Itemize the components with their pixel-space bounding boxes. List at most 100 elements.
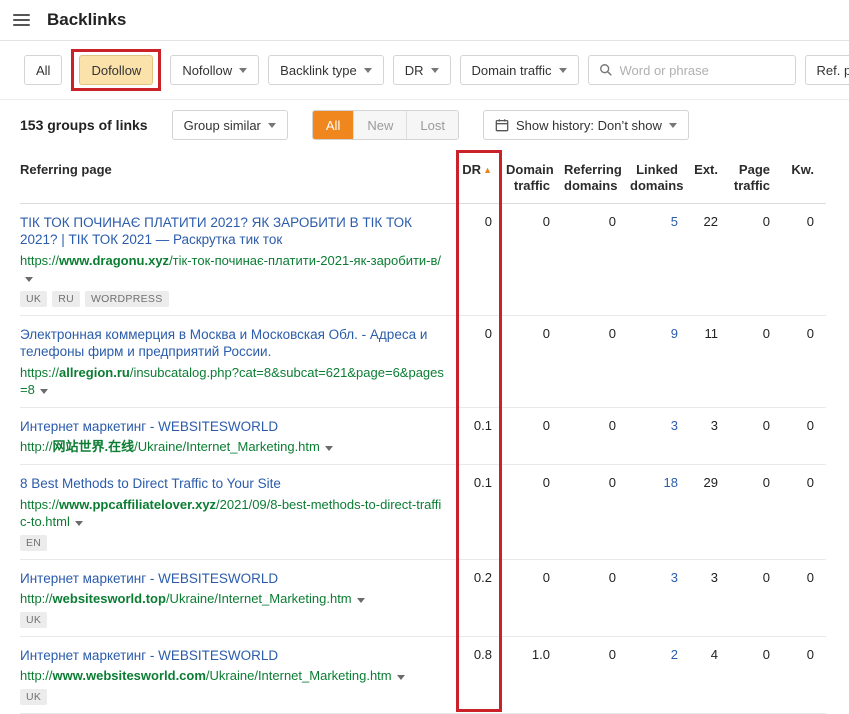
column-header-ext[interactable]: Ext. <box>690 154 730 204</box>
url-path: /тік-ток-починає-платити-2021-як-заробит… <box>169 252 442 268</box>
kw-cell: 0 <box>782 559 826 637</box>
referring-page-cell: Интернет маркетинг - WEBSITESWORLD http:… <box>20 636 460 714</box>
ext-cell: 4 <box>690 636 730 714</box>
groups-count: 153 groups of links <box>20 117 148 133</box>
kw-cell: 0 <box>782 315 826 408</box>
referring-page-title-link[interactable]: Интернет маркетинг - WEBSITESWORLD <box>20 419 278 434</box>
url-options-caret-icon[interactable] <box>25 277 33 283</box>
referring-domains-cell: 0 <box>562 559 628 637</box>
table-row: Интернет маркетинг - WEBSITESWORLD http:… <box>20 636 826 714</box>
linked-domains-cell: 5 <box>628 203 690 316</box>
column-header-domain-traffic[interactable]: Domain traffic <box>504 154 562 204</box>
linked-domains-cell: 2 <box>628 636 690 714</box>
url-options-caret-icon[interactable] <box>324 446 333 452</box>
referring-page-url: https://allregion.ru/insubcatalog.php?ca… <box>20 364 444 399</box>
linked-domains-link[interactable]: 2 <box>671 647 678 662</box>
results-toolbar: 153 groups of links Group similar All Ne… <box>0 100 849 150</box>
page-traffic-cell: 0 <box>730 636 782 714</box>
url-domain: allregion.ru <box>59 364 130 380</box>
filter-nofollow-dropdown[interactable]: Nofollow <box>170 55 260 85</box>
referring-page-title-link[interactable]: 8 Best Methods to Direct Traffic to Your… <box>20 476 281 491</box>
filter-domain-traffic-dropdown[interactable]: Domain traffic <box>459 55 579 85</box>
column-header-referring-page[interactable]: Referring page <box>20 154 460 204</box>
filter-ref-page-dropdown[interactable]: Ref. page URL <box>804 55 849 85</box>
column-header-kw[interactable]: Kw. <box>782 154 826 204</box>
url-options-caret-icon[interactable] <box>396 675 405 681</box>
chevron-down-icon <box>267 122 276 128</box>
column-header-referring-domains[interactable]: Referring domains <box>562 154 628 204</box>
kw-cell: 0 <box>782 464 826 560</box>
referring-page-url: http://网站世界.在线/Ukraine/Internet_Marketin… <box>20 438 444 456</box>
chevron-down-icon <box>363 67 372 73</box>
language-badge: RU <box>52 290 80 307</box>
table-row: Интернет маркетинг - WEBSITESWORLD http:… <box>20 559 826 637</box>
linked-domains-link[interactable]: 3 <box>671 570 678 585</box>
segment-all[interactable]: All <box>312 111 354 139</box>
segment-new[interactable]: New <box>353 111 407 139</box>
ext-cell: 11 <box>690 315 730 408</box>
ext-cell: 22 <box>690 203 730 316</box>
kw-cell: 0 <box>782 203 826 316</box>
linked-domains-link[interactable]: 18 <box>664 475 678 490</box>
referring-page-title-link[interactable]: Интернет маркетинг - WEBSITESWORLD <box>20 571 278 586</box>
url-protocol: https:// <box>20 496 60 512</box>
menu-icon[interactable] <box>10 7 33 33</box>
referring-page-title-link[interactable]: ТІК ТОК ПОЧИНАЄ ПЛАТИТИ 2021? ЯК ЗАРОБИТ… <box>20 215 412 248</box>
referring-page-url: https://www.ppcaffiliatelover.xyz/2021/0… <box>20 496 444 531</box>
search-icon <box>599 64 612 76</box>
referring-page-cell: 8 Best Methods to Direct Traffic to Your… <box>20 464 460 560</box>
segment-lost[interactable]: Lost <box>406 111 458 139</box>
table-row: Интернет маркетинг - WEBSITESWORLD http:… <box>20 407 826 465</box>
linked-domains-cell: 3 <box>628 407 690 465</box>
dr-cell: 0 <box>460 203 504 316</box>
filter-backlink-type-dropdown[interactable]: Backlink type <box>268 55 384 85</box>
filter-all-button[interactable]: All <box>24 55 63 85</box>
referring-domains-cell: 0 <box>562 636 628 714</box>
group-similar-dropdown[interactable]: Group similar <box>171 110 288 140</box>
filter-dr-dropdown[interactable]: DR <box>392 55 451 85</box>
backlinks-table-container: Referring page DR ▲ Domain traffic Referr… <box>0 150 849 714</box>
table-row: Электронная коммерция в Москва и Московс… <box>20 315 826 408</box>
linked-domains-link[interactable]: 3 <box>671 418 678 433</box>
badge-list: UK RU WORDPRESS <box>20 290 444 307</box>
table-row: 8 Best Methods to Direct Traffic to Your… <box>20 464 826 560</box>
linked-domains-cell: 18 <box>628 464 690 560</box>
filter-dofollow-button[interactable]: Dofollow <box>79 55 154 85</box>
url-path: /Ukraine/Internet_Marketing.htm <box>165 591 352 607</box>
chevron-down-icon <box>239 67 248 73</box>
url-options-caret-icon[interactable] <box>39 389 48 395</box>
sort-ascending-icon: ▲ <box>483 165 492 175</box>
show-history-dropdown[interactable]: Show history: Don’t show <box>482 110 689 140</box>
linked-domains-link[interactable]: 9 <box>671 326 678 341</box>
domain-traffic-cell: 0 <box>504 464 562 560</box>
links-state-segmented-control: All New Lost <box>311 110 459 140</box>
column-header-linked-domains[interactable]: Linked domains <box>628 154 690 204</box>
page-traffic-cell: 0 <box>730 407 782 465</box>
ext-cell: 3 <box>690 407 730 465</box>
language-badge: UK <box>20 611 48 628</box>
referring-domains-cell: 0 <box>562 315 628 408</box>
badge-list: EN <box>20 534 444 551</box>
domain-traffic-cell: 0 <box>504 203 562 316</box>
url-domain: www.websitesworld.com <box>52 668 206 684</box>
column-header-page-traffic[interactable]: Page traffic <box>730 154 782 204</box>
url-protocol: http:// <box>20 668 53 684</box>
domain-traffic-cell: 1.0 <box>504 636 562 714</box>
referring-page-title-link[interactable]: Электронная коммерция в Москва и Московс… <box>20 327 427 360</box>
referring-page-title-link[interactable]: Интернет маркетинг - WEBSITESWORLD <box>20 648 278 663</box>
referring-page-cell: Интернет маркетинг - WEBSITESWORLD http:… <box>20 407 460 465</box>
linked-domains-link[interactable]: 5 <box>671 214 678 229</box>
dr-cell: 0.2 <box>460 559 504 637</box>
page-traffic-cell: 0 <box>730 315 782 408</box>
url-domain: websitesworld.top <box>52 591 166 607</box>
referring-page-url: http://websitesworld.top/Ukraine/Interne… <box>20 590 444 608</box>
url-options-caret-icon[interactable] <box>356 598 365 604</box>
domain-traffic-cell: 0 <box>504 315 562 408</box>
table-row: ТІК ТОК ПОЧИНАЄ ПЛАТИТИ 2021? ЯК ЗАРОБИТ… <box>20 203 826 316</box>
badge-list: UK <box>20 611 444 628</box>
search-input[interactable] <box>619 62 785 78</box>
referring-domains-cell: 0 <box>562 464 628 560</box>
url-options-caret-icon[interactable] <box>74 521 83 527</box>
column-header-dr[interactable]: DR ▲ <box>460 154 504 204</box>
dr-cell: 0.8 <box>460 636 504 714</box>
